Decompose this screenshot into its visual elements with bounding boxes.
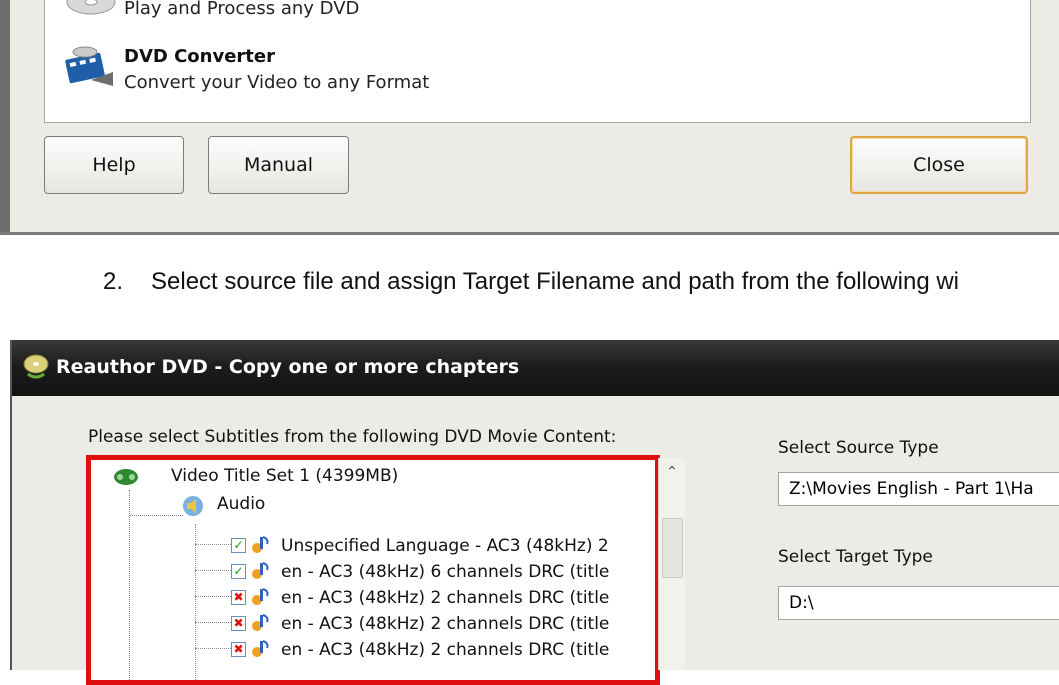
- step-number: 2.: [103, 268, 124, 295]
- menu-item-dvd-player[interactable]: Play and Process any DVD: [61, 0, 661, 20]
- step-text: Select source file and assign Target Fil…: [151, 268, 959, 295]
- menu-item-dvd-converter[interactable]: DVD Converter Convert your Video to any …: [61, 40, 661, 100]
- track-checkbox-checked[interactable]: ✓: [231, 538, 246, 553]
- tree-scrollbar[interactable]: ⌃: [658, 458, 685, 670]
- video-title-set-icon: [114, 469, 138, 485]
- dialog-frame-edge: [0, 0, 10, 232]
- audio-track-icon: [252, 588, 269, 605]
- tree-connector: [129, 490, 130, 680]
- content-tree-view[interactable]: Video Title Set 1 (4399MB) Audio ✓ Unspe…: [86, 455, 660, 685]
- window-titlebar[interactable]: Reauthor DVD - Copy one or more chapters: [12, 340, 1059, 396]
- track-label: en - AC3 (48kHz) 6 channels DRC (title: [281, 562, 610, 582]
- reauthor-dvd-window: Reauthor DVD - Copy one or more chapters…: [10, 340, 1059, 685]
- track-label: Unspecified Language - AC3 (48kHz) 2: [281, 536, 609, 556]
- audio-track-icon: [252, 562, 269, 579]
- track-checkbox-checked[interactable]: ✓: [231, 564, 246, 579]
- help-button[interactable]: Help: [44, 136, 184, 194]
- audio-speaker-icon: [183, 496, 203, 516]
- menu-panel: Play and Process any DVD DVD Converter C…: [44, 0, 1031, 123]
- track-checkbox-excluded[interactable]: ✖: [231, 590, 246, 605]
- source-type-label: Select Source Type: [778, 438, 939, 458]
- manual-button[interactable]: Manual: [208, 136, 349, 194]
- audio-track-icon: [252, 536, 269, 553]
- source-path-field[interactable]: Z:\Movies English - Part 1\Ha: [778, 472, 1059, 506]
- track-checkbox-excluded[interactable]: ✖: [231, 642, 246, 657]
- subtitles-prompt-label: Please select Subtitles from the followi…: [88, 427, 617, 447]
- track-checkbox-excluded[interactable]: ✖: [231, 616, 246, 631]
- instruction-step: 2. Select source file and assign Target F…: [103, 268, 959, 296]
- track-label: en - AC3 (48kHz) 2 channels DRC (title: [281, 614, 610, 634]
- scroll-up-arrow-icon[interactable]: ⌃: [659, 458, 685, 486]
- tree-connector: [195, 596, 231, 597]
- app-disc-icon: [23, 354, 49, 379]
- tree-node-label: Video Title Set 1 (4399MB): [171, 466, 399, 486]
- menu-item-subtitle: Convert your Video to any Format: [124, 72, 430, 93]
- close-button[interactable]: Close: [850, 136, 1028, 194]
- tree-connector: [129, 515, 183, 516]
- tree-connector: [195, 570, 231, 571]
- tree-connector: [195, 524, 196, 680]
- tree-connector: [195, 544, 231, 545]
- dvd-menu-dialog: Play and Process any DVD DVD Converter C…: [0, 0, 1059, 235]
- audio-track-icon: [252, 640, 269, 657]
- menu-item-title: DVD Converter: [124, 46, 275, 67]
- disc-icon: [66, 0, 116, 15]
- target-path-field[interactable]: D:\: [778, 586, 1059, 620]
- track-label: en - AC3 (48kHz) 2 channels DRC (title: [281, 588, 610, 608]
- film-converter-icon: [65, 46, 113, 86]
- tree-connector: [195, 648, 231, 649]
- audio-track-icon: [252, 614, 269, 631]
- window-title: Reauthor DVD - Copy one or more chapters: [56, 356, 520, 378]
- track-label: en - AC3 (48kHz) 2 channels DRC (title: [281, 640, 610, 660]
- tree-node-label: Audio: [217, 494, 266, 514]
- menu-item-subtitle: Play and Process any DVD: [124, 0, 360, 19]
- tree-connector: [195, 622, 231, 623]
- scrollbar-thumb[interactable]: [662, 518, 683, 578]
- target-type-label: Select Target Type: [778, 547, 933, 567]
